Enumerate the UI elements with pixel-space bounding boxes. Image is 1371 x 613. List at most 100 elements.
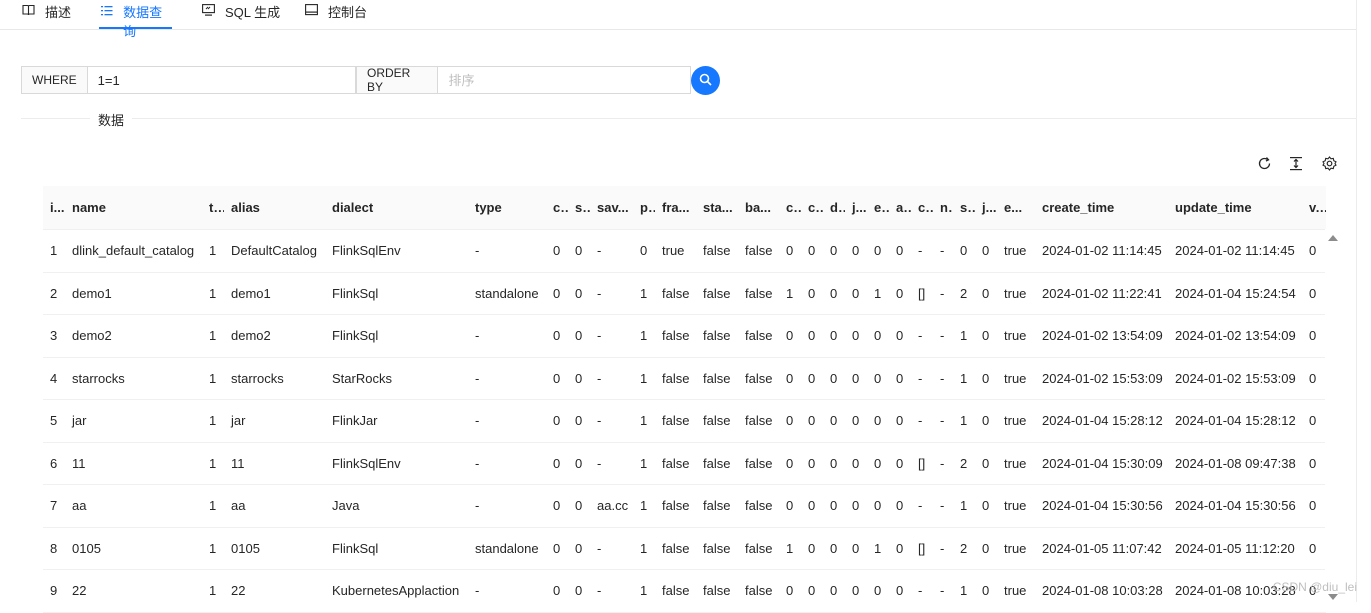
column-header[interactable]: sta... (696, 186, 738, 230)
table-cell: 0 (801, 314, 823, 358)
table-row[interactable]: 7 aa 1 aa Java -0 0 aa.cc 1 false false false 0 0 0 0 0 0… (43, 484, 1326, 528)
table-cell: - (468, 357, 546, 400)
table-row[interactable]: 9 22 1 22 KubernetesApplaction -0 0-1 false fals… (43, 569, 1326, 613)
column-header[interactable]: s... (568, 186, 590, 230)
table-cell: 0 (546, 314, 568, 358)
column-header[interactable]: d... (823, 186, 845, 230)
console-icon (303, 3, 319, 17)
table-cell: false (655, 527, 696, 570)
table-cell: - (933, 484, 953, 528)
table-cell: 0 (845, 569, 867, 613)
column-header[interactable]: v... (1302, 186, 1326, 230)
table-cell: 0 (953, 229, 975, 273)
table-cell: 0 (889, 399, 911, 443)
tab-console[interactable]: 控制台 (303, 0, 367, 29)
table-cell: - (933, 442, 953, 485)
table-row[interactable]: 6 11 1 11 FlinkSqlEnv -0 0-1 false false false 0 0 0… (43, 442, 1326, 485)
table-row[interactable]: 3 demo2 1 demo2 FlinkSql -0 0-1 false false false… (43, 314, 1326, 358)
table-cell: 11 (224, 442, 325, 485)
scroll-up-arrow-icon[interactable] (1328, 235, 1338, 241)
table-cell: 0 (889, 229, 911, 273)
table-cell: - (468, 442, 546, 485)
column-header[interactable]: c... (546, 186, 568, 230)
table-cell: 1 (202, 569, 224, 613)
column-header[interactable]: n... (933, 186, 953, 230)
table-cell: - (590, 399, 633, 443)
table-row[interactable]: 4 starrocks 1 starrocks StarRocks -0 0-1 false f… (43, 357, 1326, 400)
column-header[interactable]: i... (43, 186, 65, 230)
column-header[interactable]: fra... (655, 186, 696, 230)
table-cell: 1 (953, 484, 975, 528)
table-cell: 0 (779, 229, 801, 273)
table-cell: Java (325, 484, 468, 528)
table-cell: 1 (202, 399, 224, 443)
column-header[interactable]: a... (889, 186, 911, 230)
column-header[interactable]: s... (953, 186, 975, 230)
column-header[interactable]: c... (779, 186, 801, 230)
tab-description[interactable]: 描述 (20, 0, 71, 29)
table-cell: 0 (546, 357, 568, 400)
column-header[interactable]: name (65, 186, 202, 230)
table-row[interactable]: 8 0105 1 0105 FlinkSql standalone 0 0-1 false fal… (43, 527, 1326, 570)
column-header[interactable]: sav... (590, 186, 633, 230)
settings-button[interactable] (1320, 156, 1338, 174)
table-cell: 0 (975, 272, 997, 315)
table-cell: - (590, 229, 633, 273)
density-button[interactable] (1287, 156, 1305, 174)
table-cell: false (696, 399, 738, 443)
column-header[interactable]: dialect (325, 186, 468, 230)
tab-data-query[interactable]: 数据查询 (99, 0, 172, 39)
column-header[interactable]: j... (845, 186, 867, 230)
table-cell: - (468, 484, 546, 528)
table-cell: 0 (889, 357, 911, 400)
table-cell: 0 (779, 442, 801, 485)
table-cell: 0 (546, 442, 568, 485)
column-header[interactable]: c... (911, 186, 933, 230)
column-header[interactable]: create_time (1035, 186, 1168, 230)
table-cell: 0 (801, 272, 823, 315)
order-by-input[interactable] (438, 67, 690, 93)
column-header[interactable]: p... (633, 186, 655, 230)
table-cell: true (997, 272, 1035, 315)
where-input[interactable] (87, 67, 355, 93)
reload-button[interactable] (1255, 156, 1273, 174)
table-cell: true (655, 229, 696, 273)
table-cell: - (590, 272, 633, 315)
table-row[interactable]: 5 jar 1 jar FlinkJar -0 0-1 false false false 0 0 0 0… (43, 399, 1326, 443)
table-cell: 1 (202, 229, 224, 273)
table-cell: 0 (889, 484, 911, 528)
table-cell: 2024-01-02 15:53:09 (1168, 357, 1302, 400)
table-cell: 0 (975, 569, 997, 613)
column-header[interactable]: c... (801, 186, 823, 230)
book-icon (20, 3, 36, 17)
table-cell: starrocks (224, 357, 325, 400)
table-cell: 0 (568, 229, 590, 273)
table-cell: false (738, 314, 779, 358)
table-cell: - (911, 399, 933, 443)
scroll-down-arrow-icon[interactable] (1328, 594, 1338, 600)
panel-border (1356, 0, 1357, 602)
column-header[interactable]: j... (975, 186, 997, 230)
column-header[interactable]: e... (997, 186, 1035, 230)
table-row[interactable]: 2 demo1 1 demo1 FlinkSql standalone 0 0-1 false f… (43, 272, 1326, 315)
vertical-scrollbar[interactable] (1325, 229, 1340, 602)
column-header[interactable]: update_time (1168, 186, 1302, 230)
column-header[interactable]: type (468, 186, 546, 230)
table-cell: 0 (845, 484, 867, 528)
table-cell: demo2 (65, 314, 202, 358)
search-button[interactable] (691, 66, 720, 95)
table-cell: 0 (801, 357, 823, 400)
table-row[interactable]: 1 dlink_default_catalog 1 DefaultCatalog Fli… (43, 229, 1326, 273)
table-cell: aa (65, 484, 202, 528)
column-header[interactable]: ba... (738, 186, 779, 230)
table-cell: 3 (43, 314, 65, 358)
order-by-group: ORDER BY (356, 66, 691, 94)
column-header[interactable]: e... (867, 186, 889, 230)
column-header[interactable]: t... (202, 186, 224, 230)
table-cell: 1 (953, 569, 975, 613)
column-header[interactable]: alias (224, 186, 325, 230)
tab-sql-generate[interactable]: SQL 生成 (200, 0, 280, 29)
table-cell: 0 (823, 272, 845, 315)
table-cell: 0 (546, 527, 568, 570)
table-cell: 0 (801, 527, 823, 570)
